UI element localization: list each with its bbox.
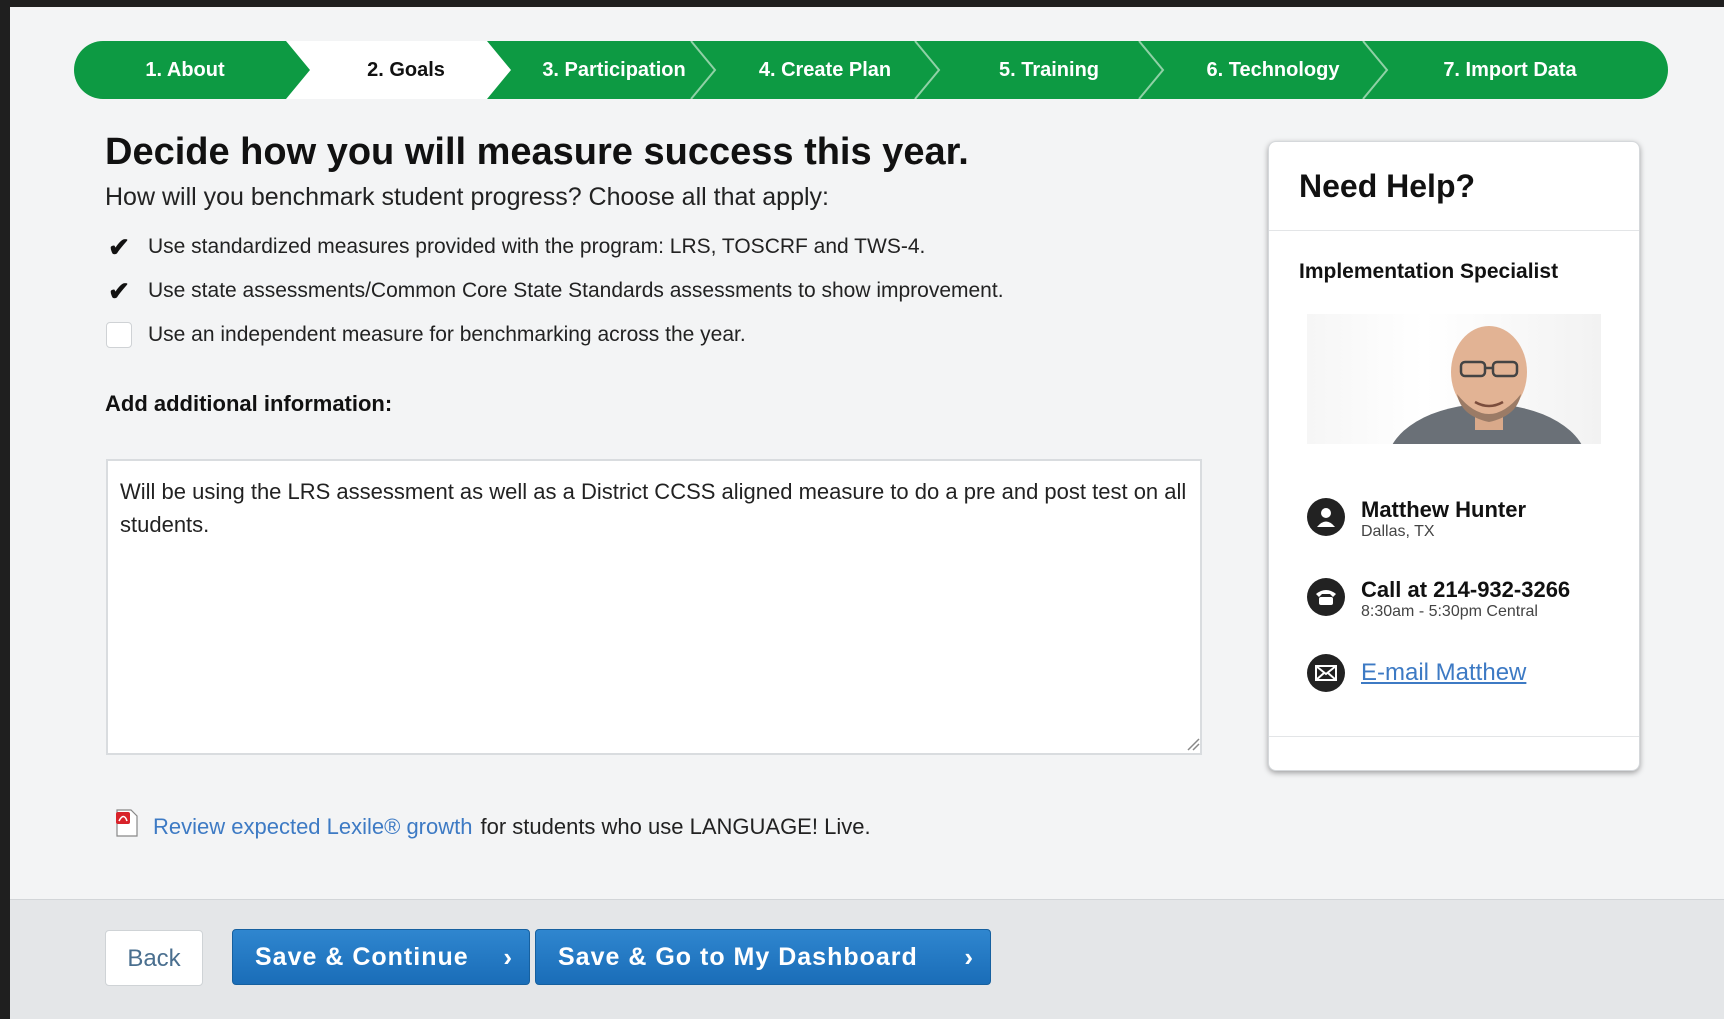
step-participation[interactable]: 3. Participation (514, 41, 714, 99)
option-state-assessments[interactable]: ✔ Use state assessments/Common Core Stat… (106, 275, 1004, 306)
save-continue-button[interactable]: Save & Continue › (232, 929, 530, 985)
save-dashboard-button[interactable]: Save & Go to My Dashboard › (535, 929, 991, 985)
resize-grip-icon[interactable] (1186, 737, 1200, 751)
footer-bar: Back Save & Continue › Save & Go to My D… (10, 899, 1724, 1019)
page-subtitle: How will you benchmark student progress?… (105, 183, 829, 211)
specialist-role: Implementation Specialist (1299, 260, 1559, 283)
specialist-photo (1307, 314, 1601, 444)
app-frame: 1. About 2. Goals 3. Participation 4. Cr… (10, 7, 1724, 1019)
back-button[interactable]: Back (105, 930, 203, 986)
support-hours: 8:30am - 5:30pm Central (1361, 603, 1538, 620)
step-technology[interactable]: 6. Technology (1168, 41, 1378, 99)
chevron-right-icon: › (964, 942, 974, 972)
call-prefix: Call at (1361, 577, 1428, 602)
option-label: Use state assessments/Common Core State … (148, 279, 1004, 302)
option-label: Use an independent measure for benchmark… (148, 323, 746, 346)
specialist-contact-email: E-mail Matthew (1307, 654, 1526, 692)
lexile-review-line: Review expected Lexile® growth for stude… (115, 809, 871, 841)
checkmark-icon: ✔ (108, 231, 130, 262)
option-standardized[interactable]: ✔ Use standardized measures provided wit… (106, 232, 925, 262)
person-icon (1307, 498, 1345, 536)
email-specialist-link[interactable]: E-mail Matthew (1361, 654, 1526, 692)
envelope-icon (1307, 654, 1345, 692)
specialist-contact-phone: Call at 214-932-3266 8:30am - 5:30pm Cen… (1307, 578, 1570, 622)
phone-number[interactable]: 214-932-3266 (1433, 577, 1570, 602)
help-panel: Need Help? Implementation Specialist Mat… (1268, 141, 1640, 771)
specialist-photo-image (1392, 326, 1582, 444)
chevron-right-icon: › (503, 942, 513, 972)
step-create-plan[interactable]: 4. Create Plan (720, 41, 930, 99)
step-about[interactable]: 1. About (74, 41, 296, 99)
step-training[interactable]: 5. Training (944, 41, 1154, 99)
additional-info-textarea[interactable]: Will be using the LRS assessment as well… (106, 459, 1202, 755)
checkmark-icon: ✔ (108, 275, 130, 306)
option-label: Use standardized measures provided with … (148, 235, 926, 258)
checkbox-state-assessments[interactable]: ✔ (106, 275, 132, 306)
save-continue-label: Save & Continue (255, 943, 469, 971)
lexile-growth-link[interactable]: Review expected Lexile® growth (153, 814, 472, 840)
page-title: Decide how you will measure success this… (105, 131, 969, 173)
progress-stepper: 1. About 2. Goals 3. Participation 4. Cr… (74, 41, 1668, 99)
lexile-review-text: for students who use LANGUAGE! Live. (480, 814, 871, 839)
specialist-contact-name: Matthew Hunter Dallas, TX (1307, 498, 1526, 542)
step-goals[interactable]: 2. Goals (304, 41, 508, 99)
help-title: Need Help? (1299, 168, 1476, 204)
additional-info-label: Add additional information: (105, 391, 393, 416)
specialist-name: Matthew Hunter (1361, 497, 1526, 522)
pdf-icon (116, 809, 138, 837)
checkbox-standardized[interactable]: ✔ (106, 231, 132, 262)
option-independent[interactable]: Use an independent measure for benchmark… (106, 320, 746, 350)
divider (1269, 230, 1639, 231)
specialist-location: Dallas, TX (1361, 523, 1435, 540)
divider (1269, 736, 1639, 737)
step-import-data[interactable]: 7. Import Data (1390, 41, 1630, 99)
save-dashboard-label: Save & Go to My Dashboard (558, 943, 918, 971)
phone-icon (1307, 578, 1345, 616)
checkbox-independent[interactable] (106, 322, 132, 348)
